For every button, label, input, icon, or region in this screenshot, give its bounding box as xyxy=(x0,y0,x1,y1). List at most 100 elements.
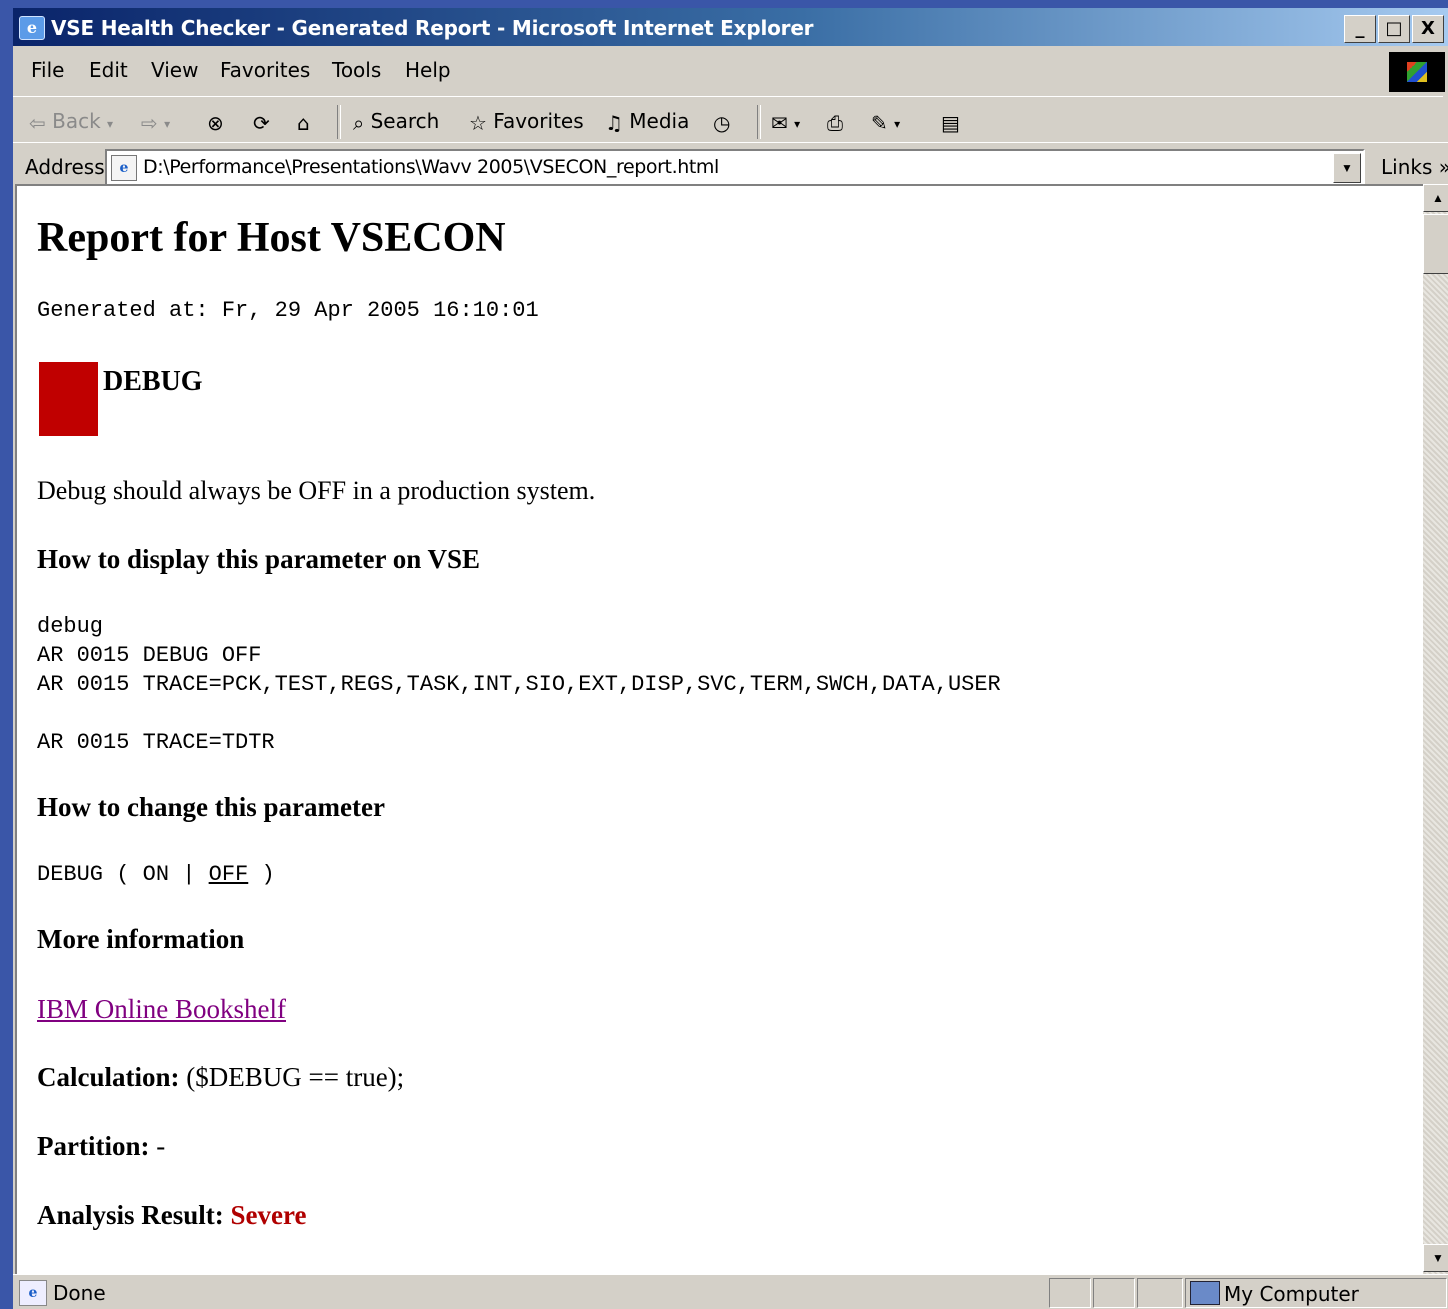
toolbar-separator xyxy=(757,105,761,139)
change-syntax-default: OFF xyxy=(208,862,249,887)
status-panel xyxy=(1093,1278,1135,1308)
status-panel xyxy=(1049,1278,1091,1308)
refresh-button[interactable]: ⟳ xyxy=(253,109,270,135)
window-title: VSE Health Checker - Generated Report - … xyxy=(51,16,814,40)
address-url[interactable]: D:\Performance\Presentations\Wavv 2005\V… xyxy=(143,156,719,178)
search-button[interactable]: ⌕ Search xyxy=(353,109,439,135)
address-field[interactable]: e D:\Performance\Presentations\Wavv 2005… xyxy=(105,149,1365,187)
display-line: AR 0015 DEBUG OFF xyxy=(37,643,262,668)
history-icon: ◷ xyxy=(713,110,731,135)
windows-logo-icon xyxy=(1389,52,1445,92)
maximize-button[interactable]: □ xyxy=(1378,15,1410,43)
menu-bar: File Edit View Favorites Tools Help xyxy=(13,50,1383,88)
calculation-value: ($DEBUG == true); xyxy=(186,1062,405,1092)
display-heading: How to display this parameter on VSE xyxy=(37,544,481,574)
window-controls: _ □ X xyxy=(1344,15,1444,43)
home-icon: ⌂ xyxy=(297,110,310,135)
analysis-result-value: Severe xyxy=(230,1200,307,1230)
calculation-row: Calculation: ($DEBUG == true); xyxy=(37,1062,404,1093)
forward-arrow-icon: ⇨ xyxy=(141,110,158,135)
severity-indicator xyxy=(39,362,98,436)
search-icon: ⌕ xyxy=(353,110,365,135)
discuss-button[interactable]: ▤ xyxy=(941,109,960,135)
standard-toolbar: ⇦ Back ▾ ⇨ ▾ ⊗ ⟳ ⌂ ⌕ Search ☆ Favorites … xyxy=(13,96,1443,145)
change-heading: How to change this parameter xyxy=(37,792,385,822)
address-bar: Address e D:\Performance\Presentations\W… xyxy=(13,142,1448,189)
scroll-thumb[interactable] xyxy=(1423,214,1448,274)
stop-button[interactable]: ⊗ xyxy=(207,109,224,135)
status-text: Done xyxy=(53,1281,106,1305)
mail-icon: ✉ xyxy=(771,110,788,135)
parameter-name: DEBUG xyxy=(103,366,203,397)
security-zone-label: My Computer xyxy=(1224,1282,1359,1306)
display-line: AR 0015 TRACE=TDTR xyxy=(37,730,275,755)
more-info-heading: More information xyxy=(37,924,245,954)
media-button[interactable]: ♫ Media xyxy=(605,109,689,135)
print-button[interactable]: ⎙ xyxy=(827,109,843,135)
page-done-icon: e xyxy=(19,1280,47,1306)
document-icon: ▤ xyxy=(941,110,960,135)
menu-tools[interactable]: Tools xyxy=(332,58,381,82)
forward-dropdown-icon[interactable]: ▾ xyxy=(164,117,170,131)
address-dropdown-icon[interactable]: ▼ xyxy=(1333,153,1361,183)
change-syntax-prefix: DEBUG ( ON | xyxy=(37,862,209,887)
edit-page-icon: ✎ xyxy=(871,110,888,135)
status-panel xyxy=(1137,1278,1183,1308)
menu-file[interactable]: File xyxy=(31,58,64,82)
printer-icon: ⎙ xyxy=(827,110,843,135)
edit-button[interactable]: ✎ ▾ xyxy=(871,109,900,135)
forward-button[interactable]: ⇨ ▾ xyxy=(141,109,170,135)
partition-value: - xyxy=(156,1131,166,1161)
toolbar-separator xyxy=(337,105,341,139)
close-button[interactable]: X xyxy=(1412,15,1444,43)
back-button[interactable]: ⇦ Back ▾ xyxy=(29,109,113,135)
security-zone: My Computer xyxy=(1185,1278,1447,1308)
analysis-result-label: Analysis Result: xyxy=(37,1200,224,1230)
menu-view[interactable]: View xyxy=(151,58,198,82)
display-line: debug xyxy=(37,614,104,639)
browser-window: e VSE Health Checker - Generated Report … xyxy=(13,8,1448,1309)
change-syntax: DEBUG ( ON | OFF ) xyxy=(37,862,275,887)
scroll-up-icon[interactable]: ▲ xyxy=(1423,184,1448,212)
menu-edit[interactable]: Edit xyxy=(89,58,128,82)
partition-label: Partition: xyxy=(37,1131,150,1161)
address-label: Address xyxy=(25,155,105,179)
media-icon: ♫ xyxy=(605,110,623,135)
menu-favorites[interactable]: Favorites xyxy=(220,58,310,82)
scroll-down-icon[interactable]: ▼ xyxy=(1423,1244,1448,1272)
parameter-description: Debug should always be OFF in a producti… xyxy=(37,476,596,505)
home-button[interactable]: ⌂ xyxy=(297,109,310,135)
search-label: Search xyxy=(370,109,440,133)
menu-help[interactable]: Help xyxy=(405,58,451,82)
vertical-scrollbar[interactable]: ▲ ▼ xyxy=(1423,184,1448,1276)
report-title: Report for Host VSECON xyxy=(37,215,506,261)
title-bar[interactable]: e VSE Health Checker - Generated Report … xyxy=(13,8,1448,46)
history-button[interactable]: ◷ xyxy=(713,109,730,135)
generated-timestamp: Generated at: Fr, 29 Apr 2005 16:10:01 xyxy=(37,298,539,323)
partition-row: Partition: - xyxy=(37,1131,165,1162)
favorites-star-icon: ☆ xyxy=(469,110,487,135)
back-dropdown-icon[interactable]: ▾ xyxy=(107,117,113,131)
status-bar: e Done My Computer xyxy=(13,1274,1448,1309)
calculation-label: Calculation: xyxy=(37,1062,180,1092)
back-arrow-icon: ⇦ xyxy=(29,110,46,135)
favorites-label: Favorites xyxy=(493,109,584,133)
stop-icon: ⊗ xyxy=(207,110,224,135)
ie-logo-icon: e xyxy=(19,16,45,40)
mail-dropdown-icon[interactable]: ▾ xyxy=(794,117,800,131)
favorites-button[interactable]: ☆ Favorites xyxy=(469,109,584,135)
change-syntax-suffix: ) xyxy=(248,862,275,887)
back-label: Back xyxy=(52,109,101,133)
analysis-result-row: Analysis Result: Severe xyxy=(37,1200,307,1231)
ibm-bookshelf-link[interactable]: IBM Online Bookshelf xyxy=(37,994,286,1025)
links-button[interactable]: Links » xyxy=(1381,155,1448,179)
page-icon: e xyxy=(111,155,137,181)
display-line: AR 0015 TRACE=PCK,TEST,REGS,TASK,INT,SIO… xyxy=(37,672,1001,697)
computer-icon xyxy=(1190,1281,1220,1305)
minimize-button[interactable]: _ xyxy=(1344,15,1376,43)
media-label: Media xyxy=(629,109,690,133)
refresh-icon: ⟳ xyxy=(253,110,270,135)
page-content: Report for Host VSECON Generated at: Fr,… xyxy=(15,184,1439,1276)
edit-dropdown-icon[interactable]: ▾ xyxy=(894,117,900,131)
mail-button[interactable]: ✉ ▾ xyxy=(771,109,800,135)
